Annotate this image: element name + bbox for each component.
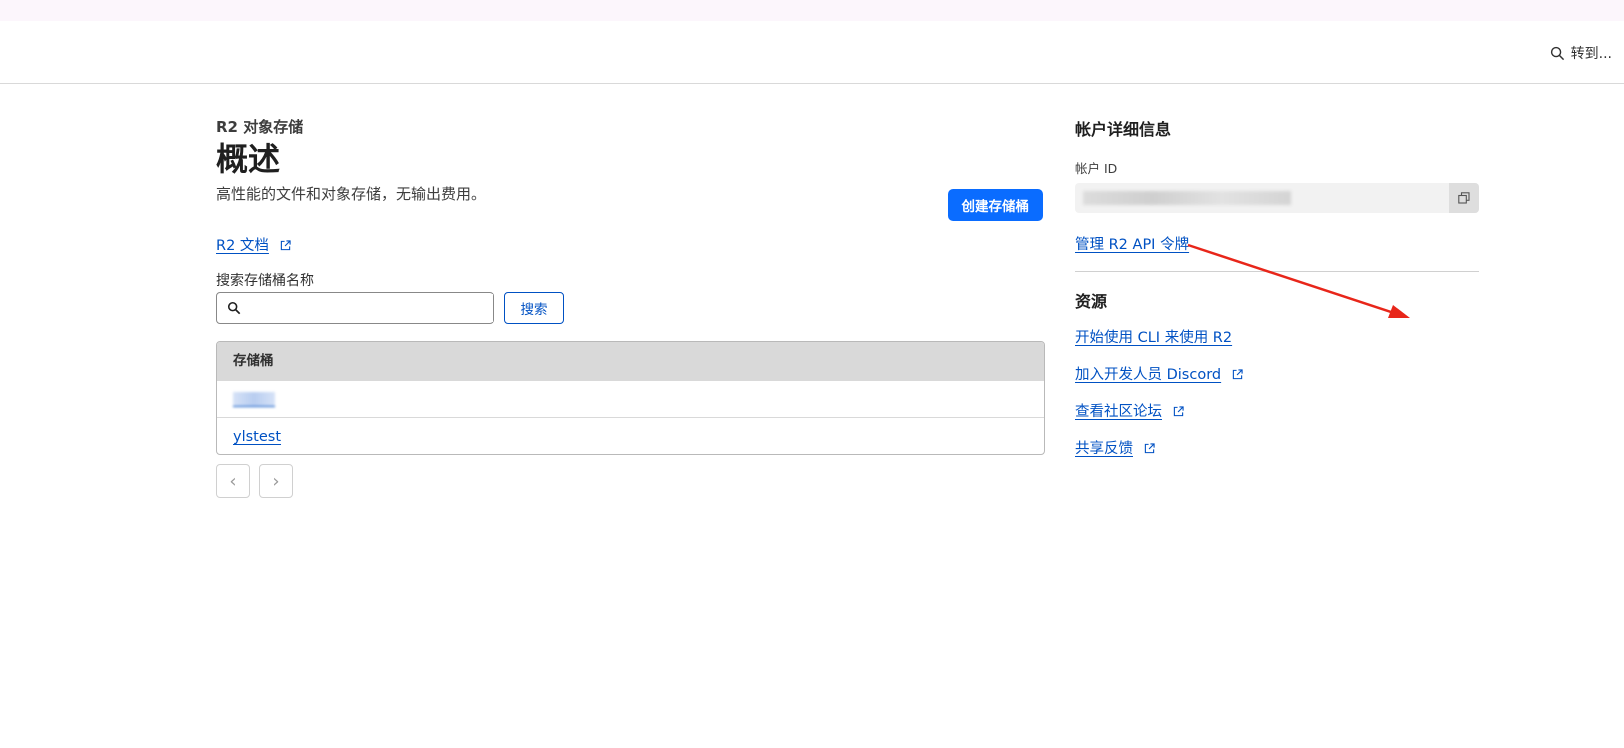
create-bucket-button[interactable]: 创建存储桶 xyxy=(947,189,1043,221)
next-page-button[interactable]: › xyxy=(259,464,293,498)
table-header-bucket[interactable]: 存储桶 xyxy=(217,342,1044,380)
list-item: 加入开发人员 Discord xyxy=(1075,363,1479,400)
external-link-icon xyxy=(1173,406,1184,417)
resource-link-forum[interactable]: 查看社区论坛 xyxy=(1075,404,1162,420)
search-label: 搜索存储桶名称 xyxy=(216,273,314,289)
bucket-search-input[interactable] xyxy=(247,294,493,322)
main-content: R2 对象存储 概述 高性能的文件和对象存储，无输出费用。 创建存储桶 R2 文… xyxy=(216,116,1045,498)
account-id-label: 帐户 ID xyxy=(1075,161,1118,176)
goto-search-button[interactable]: 转到... xyxy=(1550,43,1612,63)
external-link-icon xyxy=(1144,443,1155,454)
list-item: 开始使用 CLI 来使用 R2 xyxy=(1075,326,1479,363)
bucket-table: 存储桶 ylstest xyxy=(216,341,1045,455)
bucket-link-redacted[interactable] xyxy=(233,392,275,407)
external-link-icon xyxy=(280,240,291,251)
account-details-title: 帐户详细信息 xyxy=(1075,120,1172,139)
copy-icon xyxy=(1458,192,1470,204)
bucket-link[interactable]: ylstest xyxy=(233,429,281,445)
account-id-field xyxy=(1075,183,1479,213)
top-header: 转到... xyxy=(0,21,1624,84)
search-icon xyxy=(227,301,241,315)
browser-top-strip xyxy=(0,0,1624,22)
divider xyxy=(1075,271,1479,272)
pagination: ‹ › xyxy=(216,464,293,498)
page-subtitle: 高性能的文件和对象存储，无输出费用。 xyxy=(216,185,487,203)
search-button[interactable]: 搜索 xyxy=(504,292,564,324)
breadcrumb[interactable]: R2 对象存储 xyxy=(216,116,1043,137)
account-sidebar: 帐户详细信息 帐户 ID 管理 R2 API 令牌 资源 开始使用 CLI 来使… xyxy=(1075,116,1479,474)
r2-docs-link[interactable]: R2 文档 xyxy=(216,238,269,254)
resource-link-feedback[interactable]: 共享反馈 xyxy=(1075,441,1133,457)
resource-link-discord[interactable]: 加入开发人员 Discord xyxy=(1075,367,1221,383)
account-id-redacted xyxy=(1083,191,1291,205)
list-item: 共享反馈 xyxy=(1075,437,1479,474)
resources-title: 资源 xyxy=(1075,292,1108,311)
bucket-search-field[interactable] xyxy=(216,292,494,324)
prev-page-button[interactable]: ‹ xyxy=(216,464,250,498)
copy-button[interactable] xyxy=(1449,183,1479,213)
resource-link-cli[interactable]: 开始使用 CLI 来使用 R2 xyxy=(1075,330,1232,346)
resources-list: 开始使用 CLI 来使用 R2 加入开发人员 Discord 查看社区论坛 共享… xyxy=(1075,326,1479,474)
table-row: ylstest xyxy=(217,417,1044,454)
page-title: 概述 xyxy=(216,140,281,178)
search-icon xyxy=(1550,46,1564,60)
table-row xyxy=(217,380,1044,417)
r2-docs-link-wrapper: R2 文档 xyxy=(216,234,291,255)
external-link-icon xyxy=(1233,369,1243,380)
manage-api-tokens-link[interactable]: 管理 R2 API 令牌 xyxy=(1075,233,1189,254)
goto-label: 转到... xyxy=(1570,46,1612,62)
list-item: 查看社区论坛 xyxy=(1075,400,1479,437)
